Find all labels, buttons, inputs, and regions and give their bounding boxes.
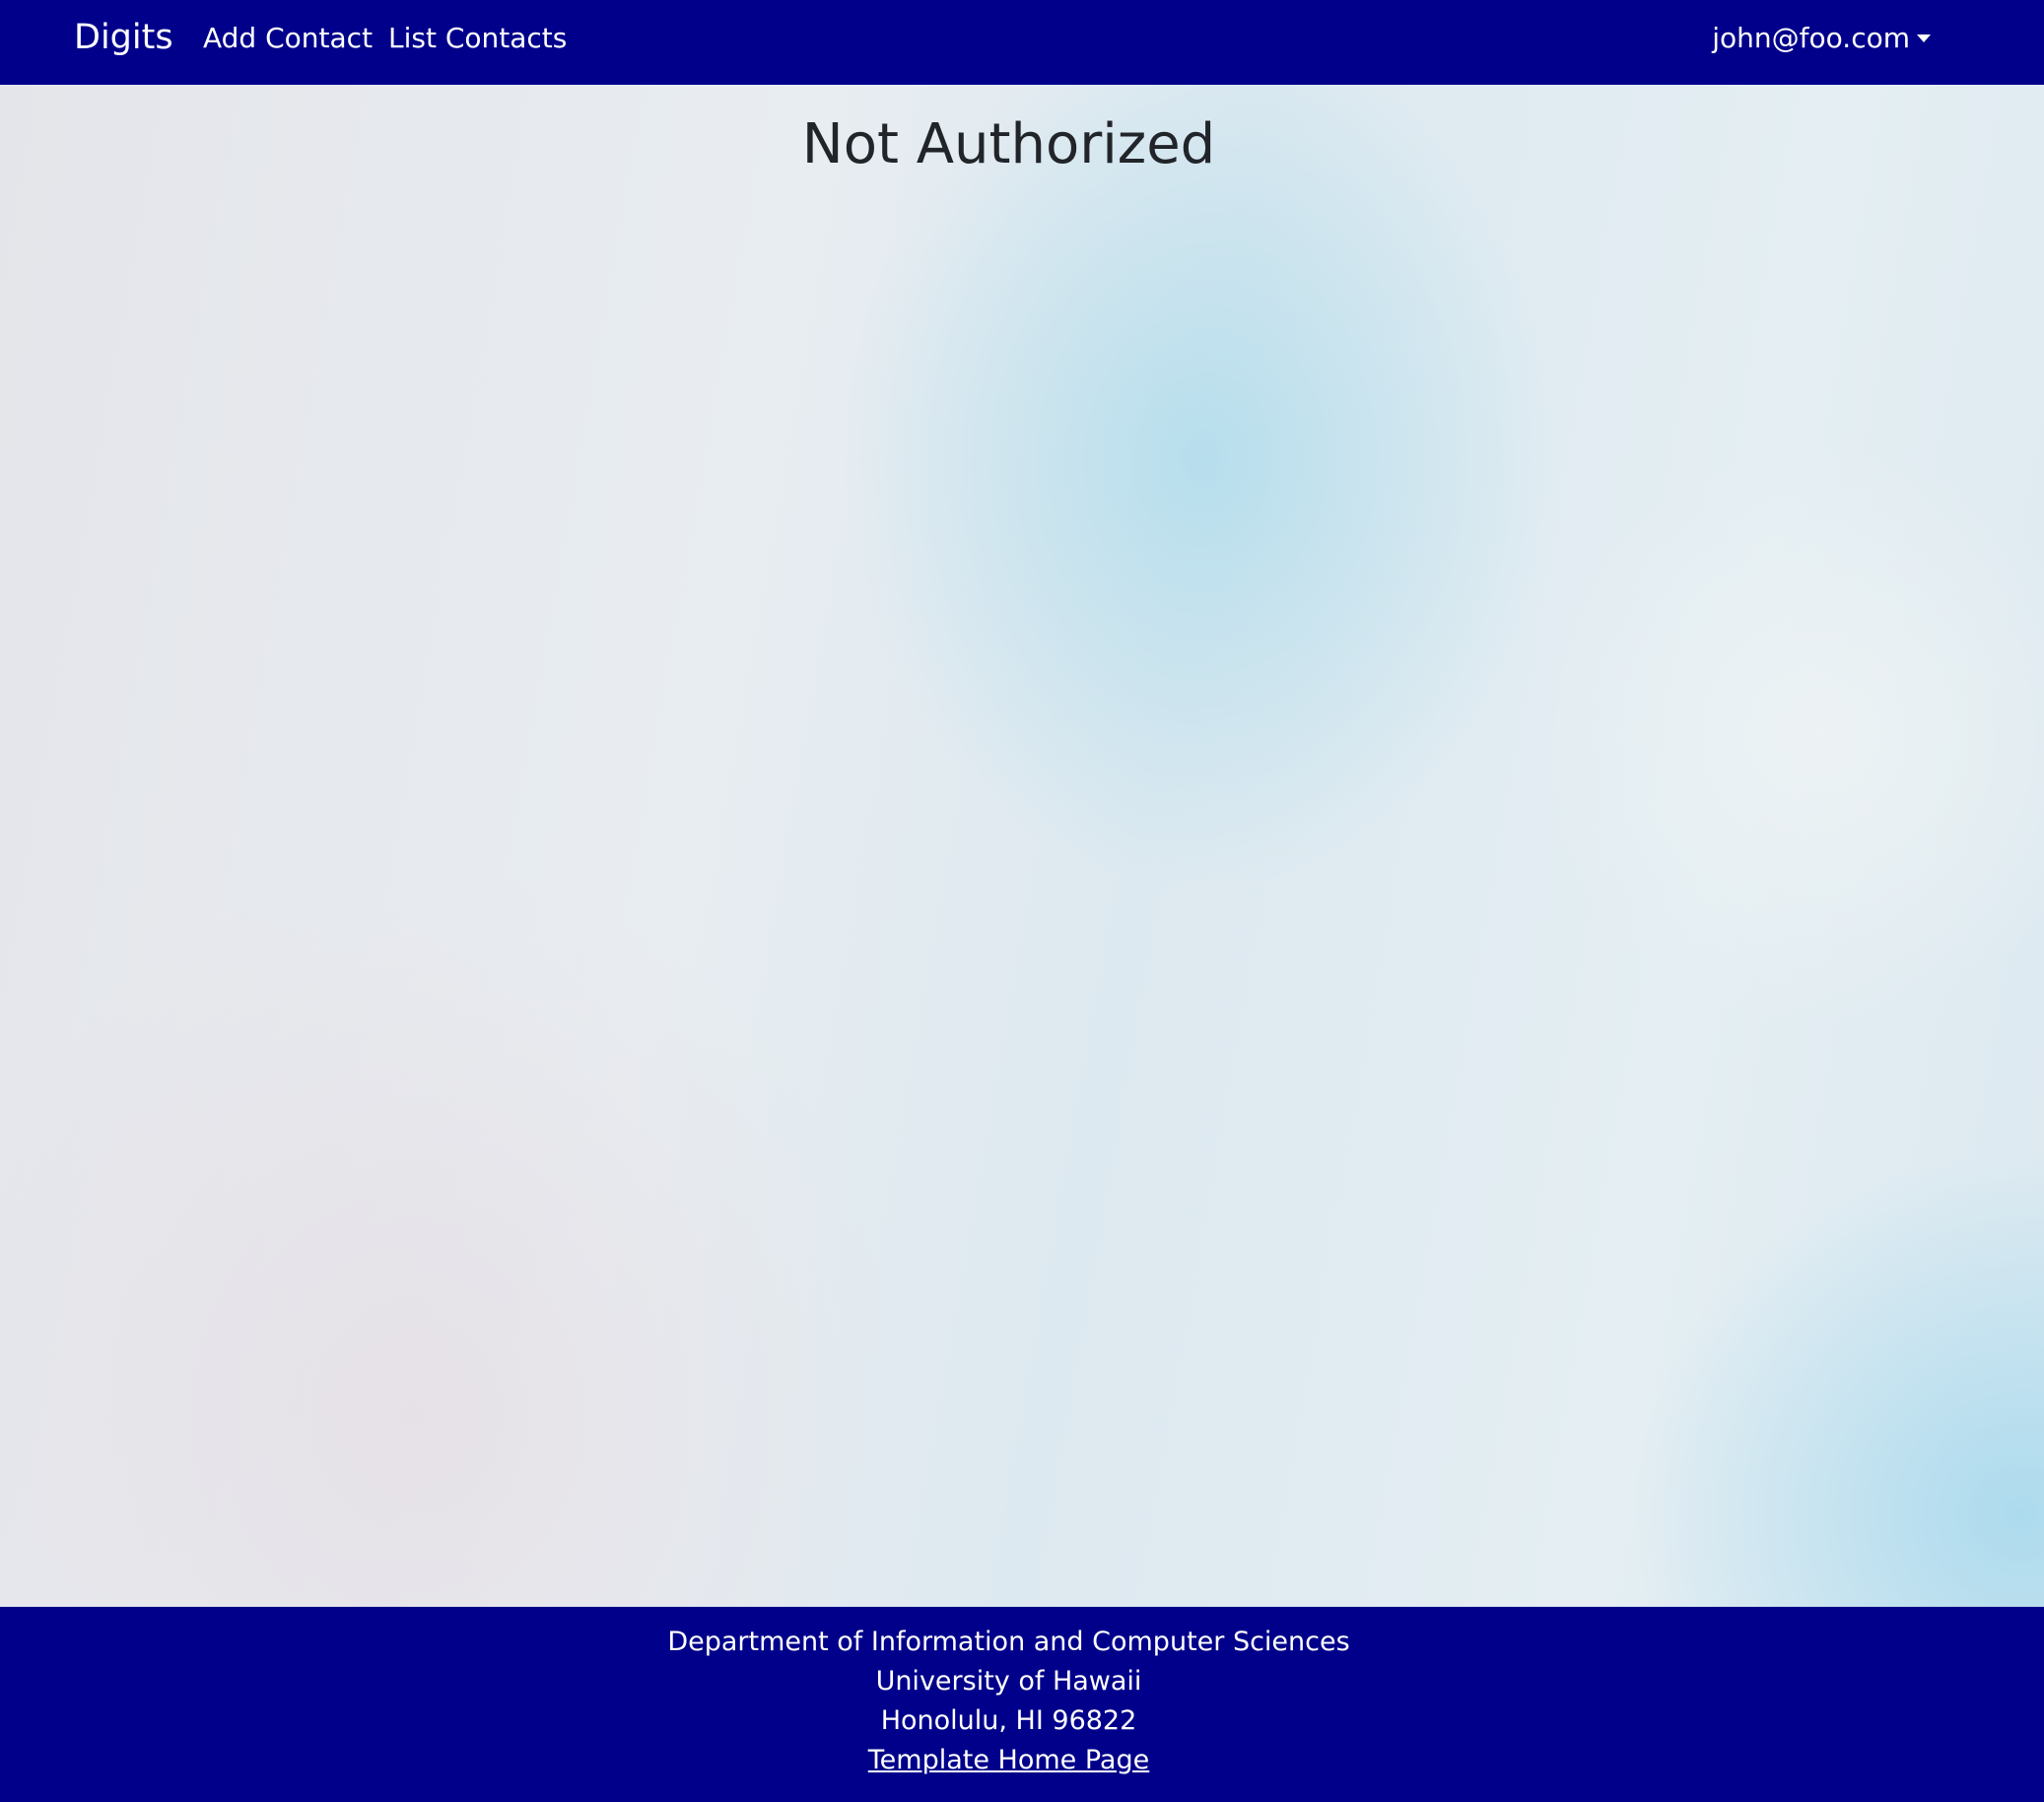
nav-add-contact[interactable]: Add Contact [203, 20, 373, 57]
footer-university: University of Hawaii [875, 1666, 1142, 1697]
caret-down-icon [1917, 35, 1931, 42]
page-title: Not Authorized [801, 112, 1216, 176]
footer-department: Department of Information and Computer S… [667, 1627, 1350, 1657]
top-navbar: Digits Add Contact List Contacts john@fo… [0, 0, 2044, 85]
footer-address: Honolulu, HI 96822 [880, 1705, 1137, 1736]
footer-link-row: Template Home Page [0, 1741, 2017, 1780]
nav-list-contacts[interactable]: List Contacts [388, 20, 567, 57]
footer: Department of Information and Computer S… [0, 1607, 2044, 1802]
main-content: Not Authorized [0, 85, 2044, 1607]
user-dropdown-toggle[interactable]: john@foo.com [1712, 20, 1931, 57]
brand-link[interactable]: Digits [74, 14, 173, 61]
user-email-label: john@foo.com [1712, 22, 1910, 54]
template-home-page-link[interactable]: Template Home Page [868, 1745, 1149, 1775]
